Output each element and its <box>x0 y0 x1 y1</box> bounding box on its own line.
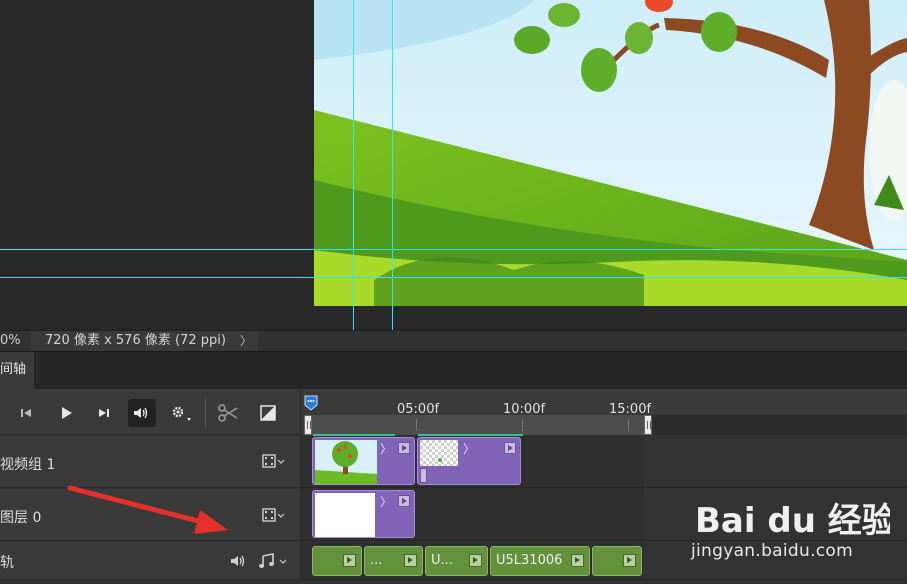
time-ruler[interactable]: 05:00f 10:00f 15:00f <box>300 389 907 436</box>
audio-clip[interactable]: U5L31006 <box>490 546 590 576</box>
clip-end-marker[interactable] <box>398 442 410 454</box>
clip-expand-arrow[interactable]: 〉 <box>463 440 475 457</box>
tree-scene-image <box>314 0 907 306</box>
audio-clip-label: U5L31006 <box>496 553 563 568</box>
watermark-url: jingyan.baidu.com <box>691 541 853 561</box>
track-name: 轨 <box>0 555 14 571</box>
audio-clip-label: ... <box>370 553 383 568</box>
tab-timeline[interactable]: 间轴 <box>0 352 34 390</box>
audio-clip[interactable]: U... <box>425 546 488 576</box>
guide-vertical[interactable] <box>392 0 393 330</box>
work-area-start-handle[interactable] <box>304 415 312 435</box>
go-to-first-frame-button[interactable] <box>12 399 40 427</box>
ruler-tick-label: 05:00f <box>397 402 440 417</box>
go-to-first-frame-icon <box>21 409 31 417</box>
transition-button[interactable] <box>254 399 282 427</box>
playhead-icon[interactable] <box>304 395 318 411</box>
audio-toggle-button[interactable] <box>128 399 156 427</box>
clip-thumbnail-transparent <box>420 440 458 466</box>
clip-expand-arrow[interactable]: 〉 <box>380 493 392 510</box>
ruler-tick-label: 10:00f <box>503 402 546 417</box>
audio-clip-end-marker[interactable] <box>343 554 356 567</box>
document-image <box>314 0 907 306</box>
track-name: 视频组 1 <box>0 457 56 473</box>
video-clip[interactable]: 〉 <box>312 490 415 538</box>
lane-empty-area <box>644 436 907 487</box>
video-clip[interactable]: 〉 <box>312 437 415 485</box>
audio-clip-end-marker[interactable] <box>571 554 584 567</box>
playback-controls <box>0 389 300 435</box>
zoom-level[interactable]: 0% <box>0 331 31 351</box>
audio-clip-end-marker[interactable] <box>469 554 482 567</box>
audio-clip[interactable] <box>592 546 642 576</box>
audio-clip-label: U... <box>431 553 453 568</box>
ruler-tick <box>522 419 523 431</box>
track-options[interactable] <box>262 454 286 468</box>
play-icon <box>62 407 72 419</box>
document-info[interactable]: 720 像素 x 576 像素 (72 ppi) 〉 <box>31 331 258 351</box>
work-area-outside <box>649 415 907 435</box>
video-clip[interactable]: 〉 <box>417 437 521 485</box>
guide-horizontal[interactable] <box>0 277 907 278</box>
audio-clip[interactable] <box>312 546 362 576</box>
watermark-brand: Bai du 经验 <box>695 501 890 541</box>
photoshop-window: 0% 720 像素 x 576 像素 (72 ppi) 〉 间轴 05:00f … <box>0 0 907 584</box>
canvas-area[interactable] <box>0 0 907 330</box>
audio-mute-toggle[interactable] <box>230 554 248 568</box>
clip-thumbnail-tree <box>315 440 377 484</box>
audio-clip[interactable]: ... <box>364 546 423 576</box>
guide-vertical[interactable] <box>353 0 354 330</box>
annotation-arrow-icon <box>67 485 228 534</box>
ruler-tick <box>416 419 417 431</box>
split-at-playhead-button[interactable] <box>214 399 242 427</box>
track-lane-video-group[interactable]: 〉 〉 <box>300 436 907 488</box>
guide-horizontal[interactable] <box>0 249 907 250</box>
clip-thumbnail-white <box>315 493 375 537</box>
document-size-text: 720 像素 x 576 像素 (72 ppi) <box>45 333 226 348</box>
panel-tabbar: 间轴 <box>0 351 907 390</box>
clip-end-marker[interactable] <box>504 442 516 454</box>
go-to-next-frame-icon <box>99 409 109 417</box>
audio-icon <box>134 407 148 419</box>
track-options[interactable] <box>262 508 286 522</box>
work-area-bar[interactable] <box>307 415 649 435</box>
music-note-icon <box>259 553 287 568</box>
play-button[interactable] <box>52 399 80 427</box>
clip-trim-handle[interactable] <box>420 468 427 483</box>
settings-icon <box>172 406 191 421</box>
audio-clip-end-marker[interactable] <box>623 554 636 567</box>
clip-expand-arrow[interactable]: 〉 <box>380 440 392 457</box>
film-strip-icon <box>262 454 285 468</box>
film-strip-icon <box>262 508 285 522</box>
track-name: 图层 0 <box>0 510 42 526</box>
playback-settings-button[interactable] <box>167 399 195 427</box>
ruler-tick-label: 15:00f <box>609 402 652 417</box>
controls-separator <box>205 397 206 429</box>
track-header-audio[interactable]: 轨 <box>0 542 300 580</box>
audio-track-options[interactable] <box>259 553 289 569</box>
status-menu-arrow[interactable]: 〉 <box>240 331 252 351</box>
status-bar: 0% 720 像素 x 576 像素 (72 ppi) 〉 <box>0 330 907 351</box>
clip-end-marker[interactable] <box>398 495 410 507</box>
go-to-next-frame-button[interactable] <box>90 399 118 427</box>
transition-icon <box>260 405 276 421</box>
ruler-tick <box>628 419 629 431</box>
split-scissors-icon <box>218 404 238 422</box>
work-area-end-handle[interactable] <box>644 415 652 435</box>
audio-icon <box>231 555 245 567</box>
audio-clip-end-marker[interactable] <box>404 554 417 567</box>
